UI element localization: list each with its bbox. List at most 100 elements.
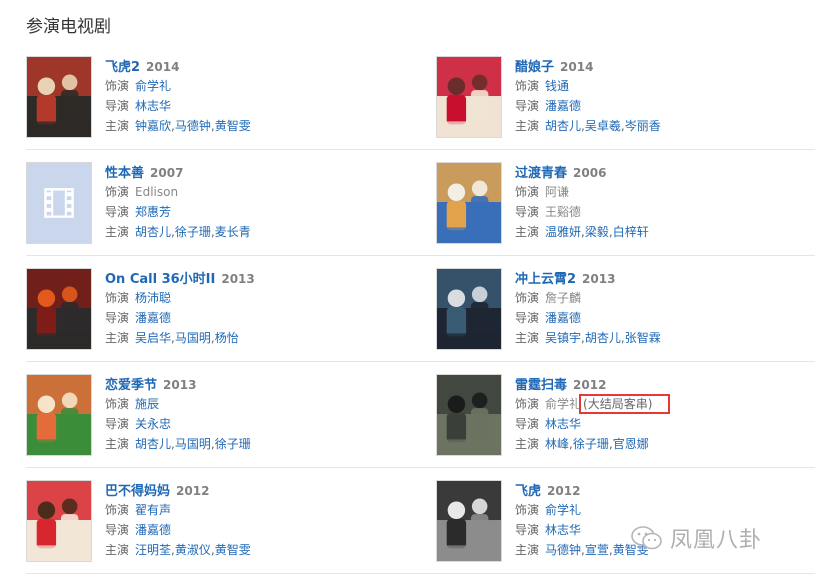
- cast-member-link[interactable]: 宣萱: [585, 543, 609, 557]
- director-link[interactable]: 潘嘉德: [135, 523, 171, 537]
- cast-member-link[interactable]: 白梓轩: [613, 225, 649, 239]
- show-poster[interactable]: [26, 56, 92, 138]
- tv-show-card: 飞虎2 2014 饰演 俞学礼 导演 林志华 主演 钟嘉欣,马德钟,黄智雯: [26, 56, 406, 138]
- role-value: 詹子麟: [545, 291, 582, 305]
- show-title-link[interactable]: 过渡青春: [515, 166, 567, 181]
- show-info: 性本善 2007 饰演 Edlison 导演 郑惠芳 主演 胡杏儿,徐子珊,麦长青: [105, 162, 405, 242]
- cast-member-link[interactable]: 梁毅: [585, 225, 609, 239]
- show-row: 巴不得妈妈 2012 饰演 翟有声 导演 潘嘉德 主演 汪明荃,黄淑仪,黄智雯 飞虎 2012 饰演…: [26, 468, 815, 574]
- director-link[interactable]: 潘嘉德: [545, 311, 581, 325]
- role-link[interactable]: 俞学礼: [545, 503, 581, 517]
- show-poster[interactable]: [26, 268, 92, 350]
- cast-member-link[interactable]: 马德钟: [175, 119, 211, 133]
- role-label: 饰演: [105, 79, 130, 93]
- director-label: 导演: [515, 417, 540, 431]
- title-line: 巴不得妈妈 2012: [105, 480, 405, 500]
- director-line: 导演 林志华: [515, 414, 815, 434]
- show-title-link[interactable]: 冲上云霄2: [515, 272, 576, 287]
- cast-member-link[interactable]: 吴镇宇: [545, 331, 581, 345]
- director-link[interactable]: 林志华: [545, 523, 581, 537]
- cast-member-link[interactable]: 黄智雯: [215, 543, 251, 557]
- cast-label: 主演: [105, 437, 130, 451]
- cast-member-link[interactable]: 胡杏儿: [545, 119, 581, 133]
- cast-member-link[interactable]: 吴启华: [135, 331, 171, 345]
- cast-member-link[interactable]: 马国明: [175, 437, 211, 451]
- show-info: 飞虎2 2014 饰演 俞学礼 导演 林志华 主演 钟嘉欣,马德钟,黄智雯: [105, 56, 405, 136]
- cast-member-link[interactable]: 杨怡: [215, 331, 239, 345]
- show-row: 性本善 2007 饰演 Edlison 导演 郑惠芳 主演 胡杏儿,徐子珊,麦长青 过渡青春 20…: [26, 150, 815, 256]
- director-link[interactable]: 关永忠: [135, 417, 171, 431]
- cast-member-link[interactable]: 马国明: [175, 331, 211, 345]
- director-link[interactable]: 郑惠芳: [135, 205, 171, 219]
- role-link[interactable]: 杨沛聪: [135, 291, 171, 305]
- director-line: 导演 郑惠芳: [105, 202, 405, 222]
- cast-member-link[interactable]: 林峰: [545, 437, 569, 451]
- director-link[interactable]: 林志华: [135, 99, 171, 113]
- cast-member-link[interactable]: 马德钟: [545, 543, 581, 557]
- watermark-text: 凤凰八卦: [670, 528, 763, 553]
- show-title-link[interactable]: 恋爱季节: [105, 378, 157, 393]
- cast-label: 主演: [105, 543, 130, 557]
- title-line: 过渡青春 2006: [515, 162, 815, 182]
- director-label: 导演: [515, 205, 540, 219]
- role-line: 饰演 俞学礼 (大结局客串): [515, 394, 815, 414]
- cast-member-link[interactable]: 徐子珊: [573, 437, 609, 451]
- film-placeholder-icon[interactable]: [26, 162, 92, 244]
- role-link[interactable]: 钱通: [545, 79, 569, 93]
- show-poster[interactable]: [436, 374, 502, 456]
- title-line: 飞虎2 2014: [105, 56, 405, 76]
- show-year: 2012: [176, 484, 210, 498]
- cast-member-link[interactable]: 汪明荃: [135, 543, 171, 557]
- role-link[interactable]: 施辰: [135, 397, 159, 411]
- show-title-link[interactable]: 飞虎: [515, 484, 541, 499]
- show-title-link[interactable]: On Call 36小时II: [105, 272, 215, 287]
- cast-member-link[interactable]: 黄智雯: [215, 119, 251, 133]
- director-value: 王谿德: [545, 205, 582, 219]
- cast-member-link[interactable]: 胡杏儿: [135, 225, 171, 239]
- show-row: 恋爱季节 2013 饰演 施辰 导演 关永忠 主演 胡杏儿,马国明,徐子珊 雷霆扫毒 2012 饰演…: [26, 362, 815, 468]
- role-link[interactable]: 翟有声: [135, 503, 171, 517]
- show-title-link[interactable]: 巴不得妈妈: [105, 484, 170, 499]
- show-poster[interactable]: [26, 374, 92, 456]
- cast-line: 主演 胡杏儿,吴卓羲,岑丽香: [515, 116, 815, 136]
- show-title-link[interactable]: 飞虎2: [105, 60, 140, 75]
- role-line: 饰演 Edlison: [105, 182, 405, 202]
- show-title-link[interactable]: 雷霆扫毒: [515, 378, 567, 393]
- title-line: 飞虎 2012: [515, 480, 815, 500]
- cast-line: 主演 吴镇宇,胡杏儿,张智霖: [515, 328, 815, 348]
- cast-member-link[interactable]: 吴卓羲: [585, 119, 621, 133]
- director-line: 导演 关永忠: [105, 414, 405, 434]
- cast-member-link[interactable]: 胡杏儿: [135, 437, 171, 451]
- show-poster[interactable]: [436, 268, 502, 350]
- role-value: 阿谦: [545, 185, 570, 199]
- director-link[interactable]: 潘嘉德: [545, 99, 581, 113]
- cast-member-link[interactable]: 胡杏儿: [585, 331, 621, 345]
- cast-member-link[interactable]: 岑丽香: [625, 119, 661, 133]
- show-poster[interactable]: [26, 480, 92, 562]
- show-year: 2012: [573, 378, 607, 392]
- role-link[interactable]: 俞学礼: [135, 79, 171, 93]
- show-title-link[interactable]: 性本善: [105, 166, 144, 181]
- show-title-link[interactable]: 醋娘子: [515, 60, 554, 75]
- director-link[interactable]: 林志华: [545, 417, 581, 431]
- show-poster[interactable]: [436, 162, 502, 244]
- show-year: 2013: [221, 272, 255, 286]
- cast-line: 主演 吴启华,马国明,杨怡: [105, 328, 405, 348]
- director-line: 导演 潘嘉德: [105, 520, 405, 540]
- cast-member-link[interactable]: 温雅妍: [545, 225, 581, 239]
- cast-member-link[interactable]: 徐子珊: [215, 437, 251, 451]
- show-info: 过渡青春 2006 饰演 阿谦 导演 王谿德 主演 温雅妍,梁毅,白梓轩: [515, 162, 815, 242]
- tv-show-card: 巴不得妈妈 2012 饰演 翟有声 导演 潘嘉德 主演 汪明荃,黄淑仪,黄智雯: [26, 480, 406, 562]
- cast-member-link[interactable]: 钟嘉欣: [135, 119, 171, 133]
- show-poster[interactable]: [436, 56, 502, 138]
- show-year: 2014: [560, 60, 594, 74]
- cast-member-link[interactable]: 黄淑仪: [175, 543, 211, 557]
- show-poster[interactable]: [436, 480, 502, 562]
- cast-line: 主演 钟嘉欣,马德钟,黄智雯: [105, 116, 405, 136]
- cast-member-link[interactable]: 张智霖: [625, 331, 661, 345]
- cast-member-link[interactable]: 官恩娜: [613, 437, 649, 451]
- title-line: On Call 36小时II 2013: [105, 268, 405, 288]
- director-link[interactable]: 潘嘉德: [135, 311, 171, 325]
- cast-member-link[interactable]: 麦长青: [215, 225, 251, 239]
- cast-member-link[interactable]: 徐子珊: [175, 225, 211, 239]
